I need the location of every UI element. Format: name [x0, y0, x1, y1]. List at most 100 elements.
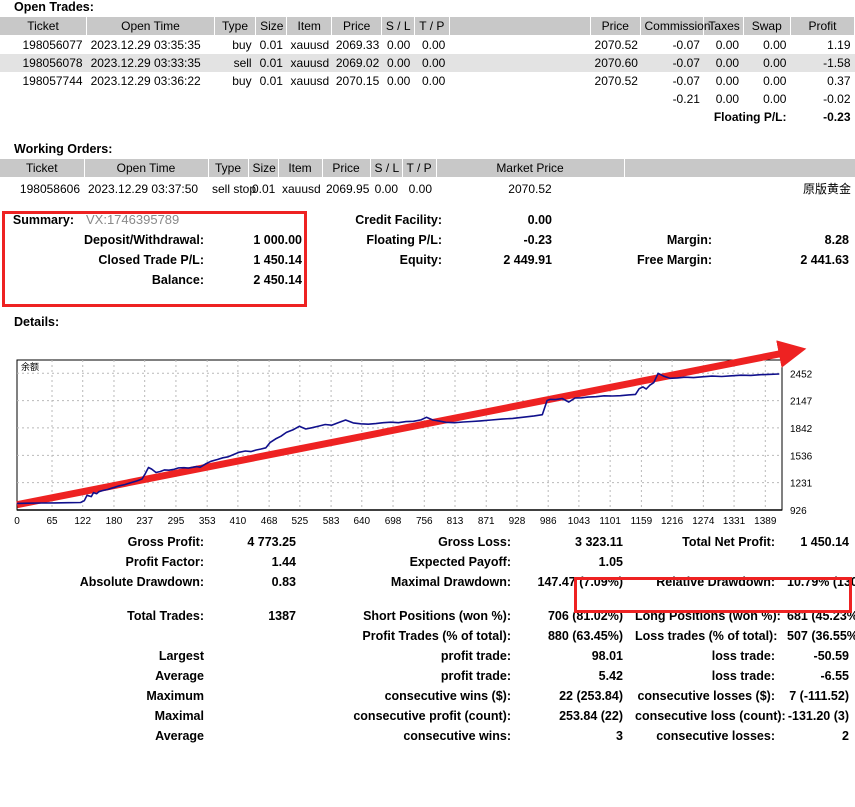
- working-orders-body: 198058606 2023.12.29 03:37:50 sell stop 0.0…: [0, 178, 855, 200]
- cell-open-time: 2023.12.29 03:36:22: [90, 74, 201, 88]
- x-axis-tick-label: 1043: [568, 516, 591, 527]
- cell-profit: -1.58: [790, 54, 855, 72]
- deposit-withdrawal-value: 1 000.00: [253, 233, 303, 247]
- cell-: 原版黄金: [802, 182, 851, 196]
- column-header-price: Price: [331, 17, 382, 36]
- working-orders-header-row: Ticket Open Time Type Size Item Price S / LT /…: [0, 159, 855, 178]
- cell-price: 2070.60: [590, 54, 641, 72]
- totals-cell: 0.00: [715, 92, 740, 106]
- margin-label: Margin:: [666, 233, 713, 247]
- stat-value-147-47-7-09: 147.47 (7.09%): [537, 575, 623, 589]
- cell-price: 2069.33: [335, 38, 380, 52]
- stat-value-b2r3-1: [210, 666, 302, 686]
- equity-label: Equity:: [399, 253, 443, 267]
- stat-value-b2r2-1: [210, 646, 302, 666]
- stat-row: Profit Trades (% of total): 880 (63.45%) L…: [0, 626, 855, 646]
- x-axis-tick-label: 756: [416, 516, 433, 527]
- stat-label-profit-factor: Profit Factor:: [125, 555, 204, 569]
- cell-taxes: 0.00: [715, 74, 740, 88]
- stat-label-profit-trades-of-total: Profit Trades (% of total):: [362, 629, 511, 643]
- balance-chart: 余额 2452 2147 1842 1536 1231 926 0 65 122 180 237 295…: [0, 332, 855, 532]
- x-axis-tick-label: 871: [478, 516, 495, 527]
- balance-label: Balance:: [151, 273, 204, 287]
- column-header-item: Item: [278, 159, 323, 178]
- totals-cell: [332, 90, 381, 108]
- summary-row: Balance: 2 450.14: [0, 270, 855, 290]
- cell-t-p: 0.00: [414, 54, 450, 72]
- column-header-commission: Commission: [640, 17, 711, 36]
- x-axis-tick-label: 410: [230, 516, 247, 527]
- stat-value-1387: 1387: [268, 609, 296, 623]
- stat-label-consecutive-profit-count: consecutive profit (count):: [353, 709, 511, 723]
- cell-s-l: 0.00: [381, 54, 415, 72]
- cell-price: 2070.15: [335, 74, 380, 88]
- open-trades-body: 198056077 2023.12.29 03:35:35 buy 0.01 xauus…: [0, 36, 855, 127]
- cell-ticket: 198056078: [0, 54, 87, 72]
- column-header-swap: Swap: [743, 17, 791, 36]
- stat-label-loss-trades-of-total: Loss trades (% of total):: [635, 629, 778, 643]
- summary-r0-label3: [558, 209, 718, 230]
- stat-label-maximal: Maximal: [154, 709, 204, 723]
- cell-ticket: 198058606: [19, 181, 80, 196]
- cell-s-l: 0.00: [374, 181, 398, 196]
- x-axis-tick-label: 180: [106, 516, 123, 527]
- stat-value-7-111-52: 7 (-111.52): [789, 689, 849, 703]
- stat-value-3-323-11: 3 323.11: [575, 535, 623, 549]
- stat-label-maximum: Maximum: [146, 689, 204, 703]
- stat-value-b2r5-1: [210, 706, 302, 726]
- table-row[interactable]: 198056078 2023.12.29 03:33:35 sell 0.01 xauu…: [0, 54, 855, 72]
- stat-row: Maximum consecutive wins ($): 22 (253.84) c…: [0, 686, 855, 706]
- cell-price: 2069.02: [331, 54, 382, 72]
- cell-: [449, 54, 591, 72]
- x-axis-tick-label: 1389: [754, 516, 777, 527]
- stat-label-loss-trade: loss trade:: [711, 669, 775, 683]
- cell-t-p: 0.00: [421, 74, 446, 88]
- totals-cell: [449, 90, 590, 108]
- cell-s-l: 0.00: [386, 74, 411, 88]
- chart-series-legend: 余额: [21, 361, 39, 373]
- totals-cell: [0, 90, 87, 108]
- stat-label-profit-trade: profit trade:: [440, 669, 511, 683]
- totals-cell: [591, 90, 640, 108]
- stat-row: Largest profit trade: 98.01 loss trade: -50.…: [0, 646, 855, 666]
- x-axis-tick-label: 65: [46, 516, 58, 527]
- column-header-ticket: Ticket: [0, 17, 88, 36]
- spacer: [0, 108, 704, 126]
- stat-label-long-positions-won: Long Positions (won %):: [635, 609, 781, 623]
- x-axis-tick-label: 237: [136, 516, 153, 527]
- stat-label-consecutive-losses: consecutive losses ($):: [637, 689, 775, 703]
- x-axis-tick-label: 295: [168, 516, 185, 527]
- totals-cell: 0.00: [763, 92, 787, 106]
- table-row[interactable]: 198058606 2023.12.29 03:37:50 sell stop 0.0…: [0, 178, 855, 200]
- cell-item: xauusd: [290, 38, 330, 52]
- stat-value-1-44: 1.44: [271, 555, 296, 569]
- totals-cell: [381, 90, 414, 108]
- column-header-s-l: S / L: [381, 17, 415, 36]
- stat-value-131-20-3: -131.20 (3): [787, 709, 849, 723]
- equity-value: 2 449.91: [503, 253, 553, 267]
- x-axis-tick-label: 1216: [661, 516, 684, 527]
- stat-value-681-45-23: 681 (45.23%): [787, 609, 855, 623]
- statistics-table: Gross Profit: 4 773.25 Gross Loss: 3 323.11…: [0, 532, 855, 746]
- deposit-withdrawal-label: Deposit/Withdrawal:: [83, 233, 204, 247]
- column-header-price: Price: [322, 159, 371, 178]
- table-row[interactable]: 198057744 2023.12.29 03:36:22 buy 0.01 xauus…: [0, 72, 855, 90]
- cell-size: 0.01: [255, 54, 287, 72]
- cell-commission: -0.07: [672, 74, 700, 88]
- column-header-type: Type: [214, 17, 257, 36]
- closed-trade-pl-value: 1 450.14: [253, 253, 303, 267]
- x-axis-tick-label: 122: [74, 516, 91, 527]
- x-axis-tick-label: 1101: [599, 516, 621, 527]
- balance-value: 2 450.14: [253, 273, 303, 287]
- cell-taxes: 0.00: [703, 54, 744, 72]
- cell-profit: 0.37: [827, 74, 851, 88]
- table-row[interactable]: 198056077 2023.12.29 03:35:35 buy 0.01 xauus…: [0, 36, 855, 55]
- margin-value: 8.28: [824, 233, 850, 247]
- stat-value-880-63-45: 880 (63.45%): [547, 629, 623, 643]
- summary-row: Deposit/Withdrawal: 1 000.00 Floating P/…: [0, 230, 855, 250]
- x-axis-tick-label: 525: [291, 516, 308, 527]
- cell-price: 2069.95: [326, 181, 370, 196]
- stat-value-2: 2: [842, 729, 849, 743]
- stat-label-absolute-drawdown: Absolute Drawdown:: [79, 575, 204, 589]
- column-header-type: Type: [208, 159, 249, 178]
